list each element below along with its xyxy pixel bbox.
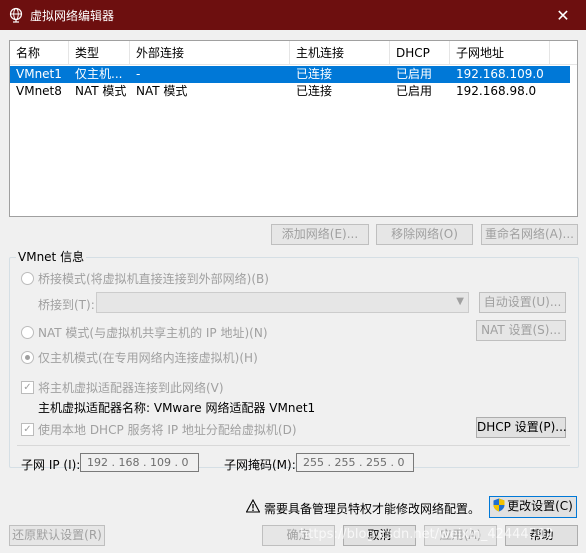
table-cell: 已连接 (296, 84, 333, 98)
column-header-subnet[interactable]: 子网地址 (450, 41, 550, 65)
change-settings-button[interactable]: 更改设置(C) (489, 496, 577, 518)
table-row-vmnet8[interactable]: VMnet8 NAT 模式 NAT 模式 已连接 已启用 192.168.98.… (10, 83, 570, 100)
use-dhcp-checkbox[interactable]: ✓ 使用本地 DHCP 服务将 IP 地址分配给虚拟机(D) (21, 421, 297, 438)
table-cell: 已启用 (396, 84, 433, 98)
list-header: 名称 类型 外部连接 主机连接 DHCP 子网地址 (10, 41, 577, 65)
column-header-host-connection[interactable]: 主机连接 (290, 41, 390, 65)
table-cell: 已启用 (396, 67, 433, 81)
table-cell: 仅主机... (75, 67, 123, 81)
network-list[interactable]: 名称 类型 外部连接 主机连接 DHCP 子网地址 VMnet1 仅主机... … (9, 40, 578, 217)
restore-defaults-button[interactable]: 还原默认设置(R) (9, 525, 105, 546)
title-bar: 虚拟网络编辑器 ✕ (0, 0, 586, 30)
dhcp-settings-button[interactable]: DHCP 设置(P)... (476, 417, 567, 438)
remove-network-button[interactable]: 移除网络(O) (376, 224, 473, 245)
nat-mode-label: NAT 模式(与虚拟机共享主机的 IP 地址)(N) (38, 326, 268, 340)
table-cell: NAT 模式 (136, 84, 188, 98)
vmnet-info-label: VMnet 信息 (16, 250, 87, 264)
network-globe-icon (9, 7, 23, 23)
uac-shield-icon (493, 498, 505, 512)
adapter-name-label: 主机虚拟适配器名称: VMware 网络适配器 VMnet1 (38, 401, 316, 415)
table-row-vmnet1[interactable]: VMnet1 仅主机... - 已连接 已启用 192.168.109.0 (10, 66, 570, 83)
checkmark-icon: ✓ (21, 381, 34, 394)
connect-adapter-label: 将主机虚拟适配器连接到此网络(V) (38, 381, 224, 395)
bridge-to-dropdown[interactable]: ▼ (96, 292, 469, 313)
column-header-external[interactable]: 外部连接 (130, 41, 290, 65)
chevron-down-icon: ▼ (456, 296, 464, 307)
column-header-dhcp[interactable]: DHCP (390, 41, 450, 65)
table-cell: - (136, 67, 141, 81)
nat-mode-radio[interactable]: NAT 模式(与虚拟机共享主机的 IP 地址)(N) (21, 324, 268, 341)
table-cell: 192.168.98.0 (456, 84, 537, 98)
radio-circle (21, 272, 34, 285)
subnet-mask-field[interactable]: 255 . 255 . 255 . 0 (296, 453, 414, 472)
admin-notice-text: 需要具备管理员特权才能修改网络配置。 (264, 502, 481, 516)
apply-button[interactable]: 应用(A) (424, 525, 497, 546)
help-button[interactable]: 帮助 (505, 525, 578, 546)
table-cell: NAT 模式 (75, 84, 127, 98)
column-header-type[interactable]: 类型 (69, 41, 130, 65)
connect-adapter-checkbox[interactable]: ✓ 将主机虚拟适配器连接到此网络(V) (21, 379, 224, 396)
table-cell: VMnet1 (16, 67, 62, 81)
use-dhcp-label: 使用本地 DHCP 服务将 IP 地址分配给虚拟机(D) (38, 423, 297, 437)
bridge-to-label: 桥接到(T): (38, 298, 95, 312)
close-icon: ✕ (556, 5, 570, 25)
warning-icon (246, 499, 260, 513)
bridged-mode-radio[interactable]: 桥接模式(将虚拟机直接连接到外部网络)(B) (21, 270, 269, 287)
auto-settings-button[interactable]: 自动设置(U)... (479, 292, 566, 313)
change-settings-label: 更改设置(C) (507, 499, 573, 513)
subnet-ip-field[interactable]: 192 . 168 . 109 . 0 (80, 453, 199, 472)
cancel-button[interactable]: 取消 (343, 525, 416, 546)
radio-circle (21, 326, 34, 339)
column-header-name[interactable]: 名称 (10, 41, 69, 65)
table-cell: 已连接 (296, 67, 333, 81)
ok-button[interactable]: 确定 (262, 525, 335, 546)
subnet-mask-label: 子网掩码(M): (224, 458, 296, 472)
add-network-button[interactable]: 添加网络(E)... (271, 224, 369, 245)
close-button[interactable]: ✕ (540, 0, 586, 30)
rename-network-button[interactable]: 重命名网络(A)... (481, 224, 578, 245)
table-cell: 192.168.109.0 (456, 67, 544, 81)
subnet-ip-label: 子网 IP (I): (21, 458, 81, 472)
host-only-label: 仅主机模式(在专用网络内连接虚拟机)(H) (38, 351, 258, 365)
nat-settings-button[interactable]: NAT 设置(S)... (476, 320, 566, 341)
dialog-body: 名称 类型 外部连接 主机连接 DHCP 子网地址 VMnet1 仅主机... … (0, 30, 586, 553)
divider (17, 445, 570, 446)
table-cell: VMnet8 (16, 84, 62, 98)
bridged-mode-label: 桥接模式(将虚拟机直接连接到外部网络)(B) (38, 272, 269, 286)
checkmark-icon: ✓ (21, 423, 34, 436)
window-title: 虚拟网络编辑器 (30, 9, 115, 23)
radio-circle-selected (21, 351, 34, 364)
host-only-radio[interactable]: 仅主机模式(在专用网络内连接虚拟机)(H) (21, 349, 258, 366)
